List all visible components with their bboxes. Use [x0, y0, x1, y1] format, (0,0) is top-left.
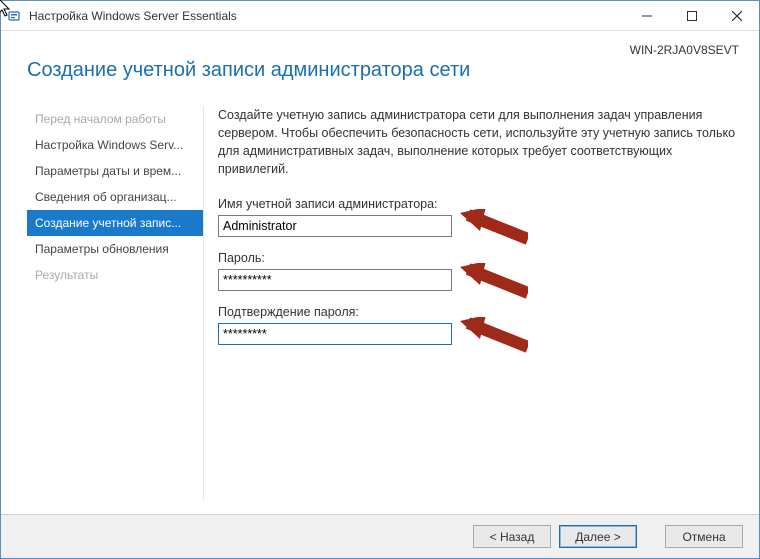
wizard-nav: Перед началом работы Настройка Windows S… — [27, 106, 203, 500]
next-button[interactable]: Далее > — [559, 525, 637, 548]
cursor-icon — [0, 0, 15, 19]
annotation-arrow-icon — [458, 263, 528, 303]
description-text: Создайте учетную запись администратора с… — [218, 106, 739, 179]
password-input[interactable] — [218, 269, 452, 291]
password-label: Пароль: — [218, 251, 739, 265]
wizard-content: Создайте учетную запись администратора с… — [203, 106, 739, 500]
nav-item-org-info[interactable]: Сведения об организац... — [27, 184, 203, 210]
annotation-arrow-icon — [458, 209, 528, 249]
confirm-password-label: Подтверждение пароля: — [218, 305, 739, 319]
back-button[interactable]: < Назад — [473, 525, 551, 548]
annotation-arrow-icon — [458, 317, 528, 357]
window-controls — [624, 1, 759, 30]
confirm-password-input[interactable] — [218, 323, 452, 345]
username-input[interactable] — [218, 215, 452, 237]
minimize-button[interactable] — [624, 1, 669, 30]
nav-item-intro[interactable]: Перед началом работы — [27, 106, 203, 132]
wizard-body: Перед началом работы Настройка Windows S… — [1, 82, 759, 500]
nav-item-server-setup[interactable]: Настройка Windows Serv... — [27, 132, 203, 158]
nav-item-update-params[interactable]: Параметры обновления — [27, 236, 203, 262]
nav-item-results[interactable]: Результаты — [27, 262, 203, 288]
window-title: Настройка Windows Server Essentials — [29, 9, 624, 23]
machine-name: WIN-2RJA0V8SEVT — [630, 43, 739, 57]
nav-item-create-account[interactable]: Создание учетной запис... — [27, 210, 203, 236]
nav-item-datetime[interactable]: Параметры даты и врем... — [27, 158, 203, 184]
close-button[interactable] — [714, 1, 759, 30]
maximize-button[interactable] — [669, 1, 714, 30]
username-label: Имя учетной записи администратора: — [218, 197, 739, 211]
wizard-footer: < Назад Далее > Отмена — [1, 514, 759, 558]
cancel-button[interactable]: Отмена — [665, 525, 743, 548]
titlebar: Настройка Windows Server Essentials — [1, 1, 759, 31]
wizard-window: Настройка Windows Server Essentials WIN-… — [0, 0, 760, 559]
